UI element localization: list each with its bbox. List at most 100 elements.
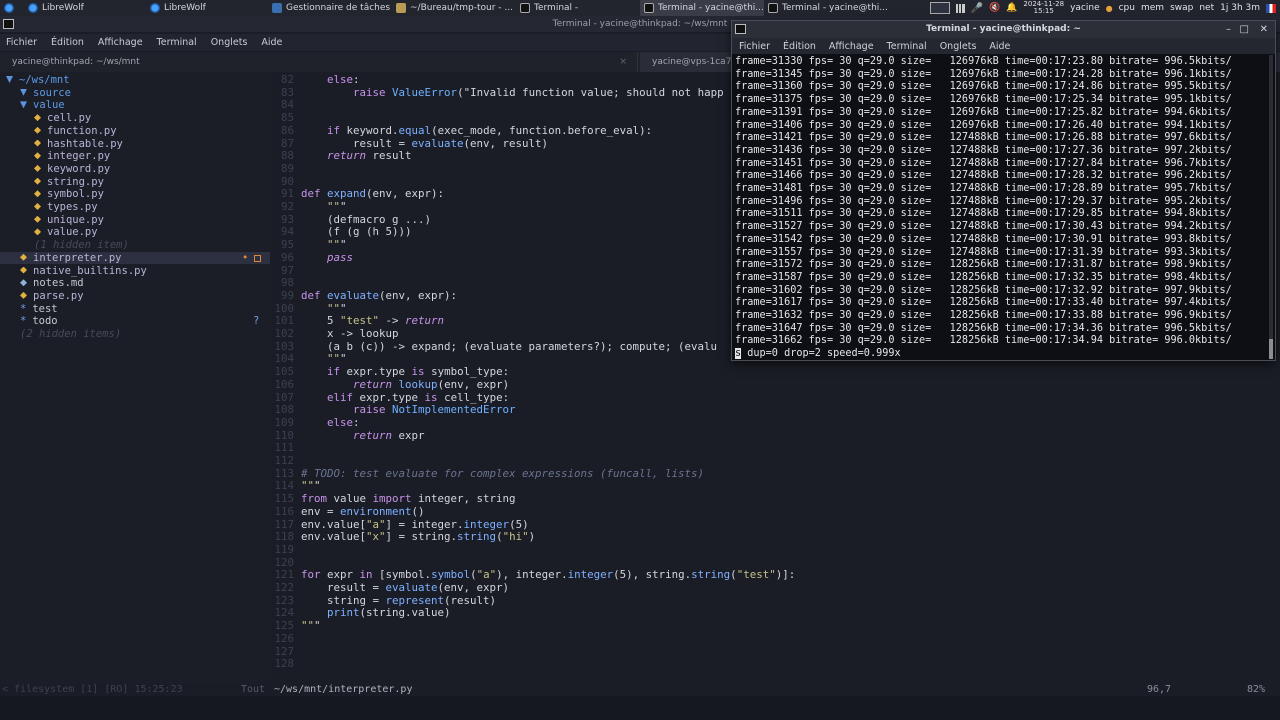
code-line[interactable]: 125 """ — [270, 619, 320, 633]
taskbar-item-librewolf-1[interactable]: LibreWolf — [24, 0, 146, 16]
terminal-title-text: Terminal - yacine@thinkpad: ~ — [926, 24, 1081, 34]
tree-file[interactable]: * test — [0, 303, 270, 316]
mem-monitor[interactable]: mem — [1141, 3, 1164, 13]
app-menu-icon — [4, 3, 14, 13]
tree-file[interactable]: unique.py — [0, 214, 270, 227]
code-line[interactable]: 91 def expand(env, expr): — [270, 187, 444, 201]
taskbar-item-terminal-1[interactable]: Terminal - — [516, 0, 640, 16]
tree-item-label: cell.py — [47, 112, 92, 125]
code-line[interactable]: 124 print(string.value) — [270, 607, 450, 620]
terminal-window[interactable]: Terminal - yacine@thinkpad: ~ – □ ✕ Fich… — [731, 20, 1276, 361]
tree-file[interactable]: function.py — [0, 125, 270, 138]
menu-aide[interactable]: Aide — [989, 41, 1010, 52]
clock[interactable]: 2024-11-28 15:15 — [1023, 1, 1064, 15]
scrollbar-thumb[interactable] — [1269, 339, 1273, 359]
show-desktop-icon[interactable] — [929, 2, 950, 14]
tab-thinkpad[interactable]: yacine@thinkpad: ~/ws/mnt × — [0, 52, 638, 72]
tree-file[interactable]: value.py — [0, 226, 270, 239]
code-line[interactable]: 96 pass — [270, 251, 353, 265]
code-line[interactable]: 118 env.value["x"] = string.string("hi") — [270, 530, 535, 544]
code-line[interactable]: 126 — [270, 632, 301, 646]
tree-file[interactable]: keyword.py — [0, 163, 270, 176]
swap-monitor[interactable]: swap — [1170, 3, 1193, 13]
terminal-title-bar[interactable]: Terminal - yacine@thinkpad: ~ – □ ✕ — [732, 21, 1275, 38]
menu-affichage[interactable]: Affichage — [829, 41, 874, 52]
tree-file[interactable]: hashtable.py — [0, 138, 270, 151]
tree-folder[interactable]: source — [0, 87, 270, 100]
tree-item-label: integer.py — [47, 150, 111, 163]
code-line[interactable]: 89 — [270, 161, 301, 176]
line-number: 105 — [274, 365, 294, 379]
net-monitor[interactable]: net — [1199, 3, 1214, 13]
code-line[interactable]: 88 return result — [270, 149, 412, 163]
weather-icon: ● — [1105, 3, 1113, 13]
signal-icon[interactable] — [955, 3, 965, 13]
tree-file[interactable]: parse.py — [0, 290, 270, 303]
code-line[interactable]: 128 — [270, 657, 301, 671]
taskbar-item-librewolf-2[interactable]: LibreWolf — [146, 0, 268, 16]
menu-aide[interactable]: Aide — [261, 37, 282, 48]
tree-file[interactable]: types.py — [0, 201, 270, 214]
user-menu[interactable]: yacine — [1070, 3, 1100, 13]
cpu-monitor[interactable]: cpu — [1119, 3, 1135, 13]
line-text: string = represent(result) — [301, 593, 497, 607]
volume-muted-icon[interactable]: 🔇 — [989, 3, 1000, 13]
terminal-scrollbar[interactable] — [1269, 55, 1273, 359]
code-line[interactable]: 119 — [270, 543, 301, 557]
command-line[interactable] — [0, 696, 1280, 720]
menu-fichier[interactable]: Fichier — [739, 41, 770, 52]
line-text: from value import integer, string — [301, 492, 516, 506]
line-text: """ — [327, 200, 347, 213]
tree-item-label: ~/ws/mnt — [19, 74, 70, 86]
code-line[interactable]: 99 def evaluate(env, expr): — [270, 289, 457, 303]
tree-item-label: notes.md — [33, 277, 84, 290]
taskbar-item-terminal-3[interactable]: Terminal - yacine@thi... — [764, 0, 888, 16]
tree-file[interactable]: cell.py — [0, 112, 270, 125]
keyboard-layout-flag-icon[interactable] — [1266, 3, 1276, 13]
tree-folder[interactable]: ~/ws/mnt — [0, 74, 270, 87]
line-number: 89 — [280, 161, 294, 175]
minimize-icon[interactable]: – — [1226, 21, 1231, 38]
code-line[interactable]: 83 raise ValueError("Invalid function va… — [270, 86, 724, 100]
file-icon — [20, 253, 27, 261]
bell-icon[interactable]: 🔔 — [1006, 3, 1017, 13]
status-bar: < filesystem [1] [RO] 15:25:23 Tout ~/ws… — [0, 684, 1280, 696]
tree-file[interactable]: integer.py — [0, 150, 270, 163]
tree-file[interactable]: string.py — [0, 176, 270, 189]
menu-edition[interactable]: Édition — [783, 41, 816, 52]
menu-edition[interactable]: Édition — [51, 37, 84, 48]
tree-file[interactable]: interpreter.py • — [0, 251, 270, 265]
tree-file[interactable]: symbol.py — [0, 188, 270, 201]
code-line[interactable]: 113 # TODO: test evaluate for complex exp… — [270, 467, 704, 481]
menu-onglets[interactable]: Onglets — [940, 41, 977, 52]
tree-folder[interactable]: value — [0, 99, 270, 112]
menu-fichier[interactable]: Fichier — [6, 37, 37, 48]
code-line[interactable]: 112 — [270, 454, 301, 468]
terminal-output[interactable]: frame=31330 fps= 30 q=29.0 size= 126976k… — [735, 55, 1267, 359]
line-text: """ — [301, 479, 321, 493]
close-tab-icon[interactable]: × — [619, 52, 627, 72]
app-menu-button[interactable] — [0, 0, 24, 16]
taskbar-item-terminal-2[interactable]: Terminal - yacine@thi... — [640, 0, 764, 16]
tree-file[interactable]: * todo? — [0, 315, 270, 328]
menu-affichage[interactable]: Affichage — [98, 37, 143, 48]
code-line[interactable]: 98 — [270, 276, 301, 290]
tree-file[interactable]: native_builtins.py — [0, 265, 270, 278]
line-text: """ — [327, 238, 347, 252]
menu-onglets[interactable]: Onglets — [211, 37, 248, 48]
terminal-line: frame=31375 fps= 30 q=29.0 size= 126976k… — [735, 94, 1232, 106]
taskbar-item-folder[interactable]: ~/Bureau/tmp-tour - ... — [392, 0, 516, 16]
menu-terminal[interactable]: Terminal — [887, 41, 927, 52]
maximize-icon[interactable]: □ — [1240, 21, 1249, 38]
taskbar-item-task-manager[interactable]: Gestionnaire de tâches — [268, 0, 392, 16]
line-text: for expr in [symbol.symbol("a"), integer… — [301, 568, 796, 582]
tree-hidden-items[interactable]: (2 hidden items) — [0, 328, 270, 341]
mic-muted-icon[interactable]: 🎤 — [971, 3, 983, 14]
taskbar-item-label: ~/Bureau/tmp-tour - ... — [410, 3, 513, 13]
tree-hidden-items[interactable]: (1 hidden item) — [0, 239, 270, 252]
tree-file[interactable]: notes.md — [0, 277, 270, 290]
code-line[interactable]: 85 — [270, 111, 301, 125]
close-icon[interactable]: ✕ — [1260, 21, 1268, 38]
menu-terminal[interactable]: Terminal — [157, 37, 197, 48]
untracked-question-icon: ? — [253, 315, 260, 328]
